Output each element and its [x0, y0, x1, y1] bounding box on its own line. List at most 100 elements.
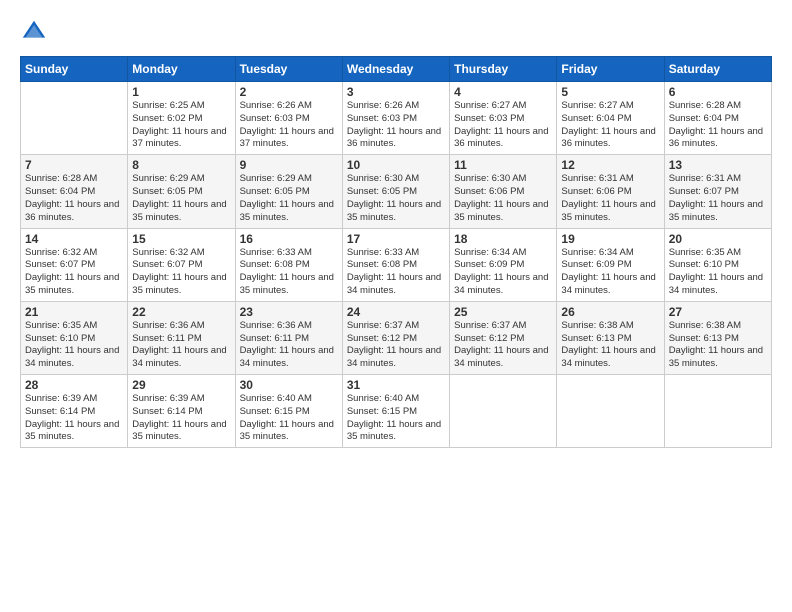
- day-info: Sunrise: 6:25 AM Sunset: 6:02 PM Dayligh…: [132, 100, 230, 151]
- day-info: Sunrise: 6:35 AM Sunset: 6:10 PM Dayligh…: [25, 320, 123, 371]
- day-info: Sunrise: 6:28 AM Sunset: 6:04 PM Dayligh…: [669, 100, 767, 151]
- calendar-cell: 13Sunrise: 6:31 AM Sunset: 6:07 PM Dayli…: [664, 155, 771, 228]
- calendar-cell: 12Sunrise: 6:31 AM Sunset: 6:06 PM Dayli…: [557, 155, 664, 228]
- weekday-header: Thursday: [450, 57, 557, 82]
- day-info: Sunrise: 6:34 AM Sunset: 6:09 PM Dayligh…: [454, 247, 552, 298]
- day-number: 22: [132, 305, 230, 319]
- day-number: 6: [669, 85, 767, 99]
- day-number: 7: [25, 158, 123, 172]
- day-info: Sunrise: 6:28 AM Sunset: 6:04 PM Dayligh…: [25, 173, 123, 224]
- calendar-cell: 10Sunrise: 6:30 AM Sunset: 6:05 PM Dayli…: [342, 155, 449, 228]
- day-info: Sunrise: 6:39 AM Sunset: 6:14 PM Dayligh…: [132, 393, 230, 444]
- day-info: Sunrise: 6:30 AM Sunset: 6:05 PM Dayligh…: [347, 173, 445, 224]
- day-info: Sunrise: 6:37 AM Sunset: 6:12 PM Dayligh…: [454, 320, 552, 371]
- day-info: Sunrise: 6:33 AM Sunset: 6:08 PM Dayligh…: [347, 247, 445, 298]
- day-number: 16: [240, 232, 338, 246]
- weekday-header: Sunday: [21, 57, 128, 82]
- day-info: Sunrise: 6:26 AM Sunset: 6:03 PM Dayligh…: [240, 100, 338, 151]
- calendar-cell: 16Sunrise: 6:33 AM Sunset: 6:08 PM Dayli…: [235, 228, 342, 301]
- day-number: 31: [347, 378, 445, 392]
- day-number: 29: [132, 378, 230, 392]
- calendar-cell: [21, 82, 128, 155]
- calendar-week-row: 1Sunrise: 6:25 AM Sunset: 6:02 PM Daylig…: [21, 82, 772, 155]
- day-number: 8: [132, 158, 230, 172]
- page: SundayMondayTuesdayWednesdayThursdayFrid…: [0, 0, 792, 612]
- day-number: 21: [25, 305, 123, 319]
- day-number: 23: [240, 305, 338, 319]
- day-number: 11: [454, 158, 552, 172]
- calendar-cell: 23Sunrise: 6:36 AM Sunset: 6:11 PM Dayli…: [235, 301, 342, 374]
- day-info: Sunrise: 6:27 AM Sunset: 6:04 PM Dayligh…: [561, 100, 659, 151]
- day-number: 17: [347, 232, 445, 246]
- day-info: Sunrise: 6:38 AM Sunset: 6:13 PM Dayligh…: [561, 320, 659, 371]
- day-number: 14: [25, 232, 123, 246]
- calendar-cell: 3Sunrise: 6:26 AM Sunset: 6:03 PM Daylig…: [342, 82, 449, 155]
- weekday-header: Friday: [557, 57, 664, 82]
- day-info: Sunrise: 6:31 AM Sunset: 6:07 PM Dayligh…: [669, 173, 767, 224]
- calendar-cell: 25Sunrise: 6:37 AM Sunset: 6:12 PM Dayli…: [450, 301, 557, 374]
- day-info: Sunrise: 6:37 AM Sunset: 6:12 PM Dayligh…: [347, 320, 445, 371]
- calendar-cell: 6Sunrise: 6:28 AM Sunset: 6:04 PM Daylig…: [664, 82, 771, 155]
- calendar-cell: 20Sunrise: 6:35 AM Sunset: 6:10 PM Dayli…: [664, 228, 771, 301]
- day-number: 19: [561, 232, 659, 246]
- day-info: Sunrise: 6:33 AM Sunset: 6:08 PM Dayligh…: [240, 247, 338, 298]
- logo: [20, 18, 52, 46]
- calendar-week-row: 21Sunrise: 6:35 AM Sunset: 6:10 PM Dayli…: [21, 301, 772, 374]
- day-number: 1: [132, 85, 230, 99]
- day-info: Sunrise: 6:40 AM Sunset: 6:15 PM Dayligh…: [240, 393, 338, 444]
- calendar-cell: 31Sunrise: 6:40 AM Sunset: 6:15 PM Dayli…: [342, 375, 449, 448]
- day-info: Sunrise: 6:29 AM Sunset: 6:05 PM Dayligh…: [240, 173, 338, 224]
- day-info: Sunrise: 6:39 AM Sunset: 6:14 PM Dayligh…: [25, 393, 123, 444]
- day-number: 28: [25, 378, 123, 392]
- day-info: Sunrise: 6:36 AM Sunset: 6:11 PM Dayligh…: [240, 320, 338, 371]
- day-info: Sunrise: 6:38 AM Sunset: 6:13 PM Dayligh…: [669, 320, 767, 371]
- calendar-cell: 22Sunrise: 6:36 AM Sunset: 6:11 PM Dayli…: [128, 301, 235, 374]
- day-info: Sunrise: 6:32 AM Sunset: 6:07 PM Dayligh…: [25, 247, 123, 298]
- day-number: 2: [240, 85, 338, 99]
- calendar-cell: [557, 375, 664, 448]
- header: [20, 18, 772, 46]
- calendar-cell: 2Sunrise: 6:26 AM Sunset: 6:03 PM Daylig…: [235, 82, 342, 155]
- weekday-header: Saturday: [664, 57, 771, 82]
- day-number: 9: [240, 158, 338, 172]
- weekday-header: Wednesday: [342, 57, 449, 82]
- day-number: 24: [347, 305, 445, 319]
- day-info: Sunrise: 6:32 AM Sunset: 6:07 PM Dayligh…: [132, 247, 230, 298]
- day-info: Sunrise: 6:27 AM Sunset: 6:03 PM Dayligh…: [454, 100, 552, 151]
- calendar-cell: 7Sunrise: 6:28 AM Sunset: 6:04 PM Daylig…: [21, 155, 128, 228]
- day-number: 30: [240, 378, 338, 392]
- calendar-week-row: 7Sunrise: 6:28 AM Sunset: 6:04 PM Daylig…: [21, 155, 772, 228]
- calendar-cell: 8Sunrise: 6:29 AM Sunset: 6:05 PM Daylig…: [128, 155, 235, 228]
- weekday-header: Monday: [128, 57, 235, 82]
- day-number: 15: [132, 232, 230, 246]
- day-number: 3: [347, 85, 445, 99]
- day-number: 26: [561, 305, 659, 319]
- calendar-cell: 19Sunrise: 6:34 AM Sunset: 6:09 PM Dayli…: [557, 228, 664, 301]
- day-info: Sunrise: 6:36 AM Sunset: 6:11 PM Dayligh…: [132, 320, 230, 371]
- calendar-week-row: 14Sunrise: 6:32 AM Sunset: 6:07 PM Dayli…: [21, 228, 772, 301]
- calendar-cell: 29Sunrise: 6:39 AM Sunset: 6:14 PM Dayli…: [128, 375, 235, 448]
- calendar-cell: 15Sunrise: 6:32 AM Sunset: 6:07 PM Dayli…: [128, 228, 235, 301]
- calendar-cell: 14Sunrise: 6:32 AM Sunset: 6:07 PM Dayli…: [21, 228, 128, 301]
- day-number: 4: [454, 85, 552, 99]
- logo-icon: [20, 18, 48, 46]
- calendar-week-row: 28Sunrise: 6:39 AM Sunset: 6:14 PM Dayli…: [21, 375, 772, 448]
- calendar-cell: 24Sunrise: 6:37 AM Sunset: 6:12 PM Dayli…: [342, 301, 449, 374]
- calendar-cell: 1Sunrise: 6:25 AM Sunset: 6:02 PM Daylig…: [128, 82, 235, 155]
- day-info: Sunrise: 6:31 AM Sunset: 6:06 PM Dayligh…: [561, 173, 659, 224]
- day-info: Sunrise: 6:30 AM Sunset: 6:06 PM Dayligh…: [454, 173, 552, 224]
- day-info: Sunrise: 6:34 AM Sunset: 6:09 PM Dayligh…: [561, 247, 659, 298]
- calendar-cell: 21Sunrise: 6:35 AM Sunset: 6:10 PM Dayli…: [21, 301, 128, 374]
- calendar-cell: 28Sunrise: 6:39 AM Sunset: 6:14 PM Dayli…: [21, 375, 128, 448]
- day-number: 27: [669, 305, 767, 319]
- day-number: 20: [669, 232, 767, 246]
- calendar-cell: 4Sunrise: 6:27 AM Sunset: 6:03 PM Daylig…: [450, 82, 557, 155]
- day-info: Sunrise: 6:40 AM Sunset: 6:15 PM Dayligh…: [347, 393, 445, 444]
- weekday-header-row: SundayMondayTuesdayWednesdayThursdayFrid…: [21, 57, 772, 82]
- calendar-cell: 26Sunrise: 6:38 AM Sunset: 6:13 PM Dayli…: [557, 301, 664, 374]
- day-number: 18: [454, 232, 552, 246]
- calendar-cell: 17Sunrise: 6:33 AM Sunset: 6:08 PM Dayli…: [342, 228, 449, 301]
- calendar-cell: [450, 375, 557, 448]
- calendar-cell: [664, 375, 771, 448]
- day-info: Sunrise: 6:26 AM Sunset: 6:03 PM Dayligh…: [347, 100, 445, 151]
